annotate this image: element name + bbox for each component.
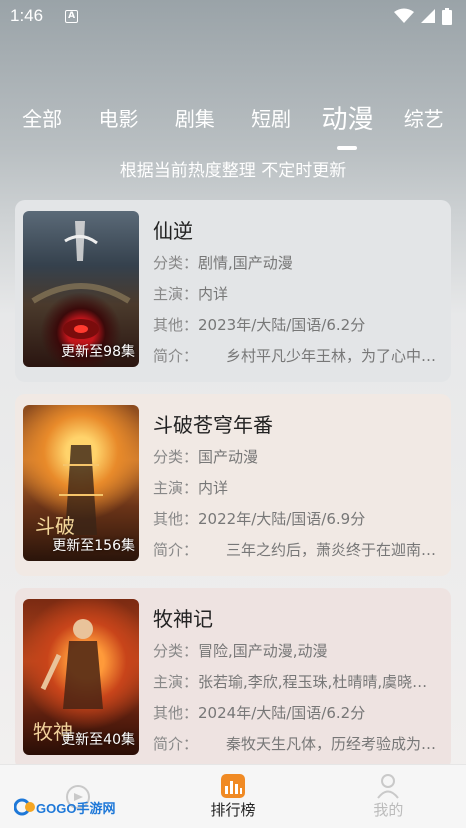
item-title: 仙逆 [153, 219, 193, 243]
item-title: 牧神记 [153, 607, 213, 631]
ranking-icon [220, 774, 245, 798]
item-intro: 简介： 三年之约后，萧炎终于在迦南… [153, 541, 437, 559]
item-info: 斗破苍穹年番 分类：国产动漫 主演：内详 其他：2022年/大陆/国语/6.9分… [153, 405, 443, 564]
status-icons [394, 7, 452, 25]
watermark-logo: GOGO手游网 [14, 796, 115, 818]
tab-short-drama[interactable]: 短剧 [236, 103, 306, 132]
poster-image: 斗破 更新至156集 [23, 405, 139, 561]
poster-image: 更新至98集 [23, 211, 139, 367]
item-cast: 主演：内详 [153, 479, 229, 497]
item-info: 牧神记 分类：冒险,国产动漫,动漫 主演：张若瑜,李欣,程玉珠,杜晴晴,虞晓… … [153, 599, 443, 758]
nav-mine[interactable]: 我的 [311, 765, 466, 828]
item-other: 其他：2024年/大陆/国语/6.2分 [153, 704, 366, 722]
item-title: 斗破苍穹年番 [153, 413, 273, 437]
item-info: 仙逆 分类：剧情,国产动漫 主演：内详 其他：2023年/大陆/国语/6.2分 … [153, 211, 443, 370]
wifi-icon [394, 8, 414, 23]
notification-a-icon: A [65, 9, 79, 23]
tab-movies[interactable]: 电影 [83, 103, 153, 132]
item-other: 其他：2023年/大陆/国语/6.2分 [153, 316, 366, 334]
episode-badge: 更新至98集 [61, 344, 135, 360]
nav-ranking-label: 排行榜 [210, 801, 256, 819]
item-category: 分类：冒险,国产动漫,动漫 [153, 642, 328, 660]
nav-mine-label: 我的 [373, 801, 404, 819]
tab-anime[interactable]: 动漫 [312, 99, 382, 136]
item-category: 分类：国产动漫 [153, 448, 259, 466]
category-tabs: 全部 电影 剧集 短剧 动漫 综艺 [0, 92, 466, 142]
episode-badge: 更新至40集 [61, 732, 135, 748]
list-item[interactable]: 斗破 更新至156集 斗破苍穹年番 分类：国产动漫 主演：内详 其他：2022年… [15, 394, 451, 576]
gogo-logo-icon [14, 798, 35, 816]
tab-variety[interactable]: 综艺 [389, 103, 459, 132]
item-cast: 主演：张若瑜,李欣,程玉珠,杜晴晴,虞晓… [153, 673, 428, 691]
status-time: 1:46 [10, 6, 44, 25]
item-intro: 简介： 乡村平凡少年王林，为了心中… [153, 347, 437, 365]
episode-badge: 更新至156集 [52, 538, 135, 554]
tab-series[interactable]: 剧集 [160, 103, 230, 132]
tab-all[interactable]: 全部 [7, 103, 77, 132]
item-intro: 简介： 秦牧天生凡体，历经考验成为… [153, 735, 437, 753]
list-item[interactable]: 牧神 更新至40集 牧神记 分类：冒险,国产动漫,动漫 主演：张若瑜,李欣,程玉… [15, 588, 451, 770]
signal-icon [421, 9, 435, 23]
ranking-subtitle: 根据当前热度整理 不定时更新 [119, 161, 347, 181]
item-category: 分类：剧情,国产动漫 [153, 254, 293, 272]
item-other: 其他：2022年/大陆/国语/6.9分 [153, 510, 366, 528]
user-icon [377, 774, 400, 799]
poster-image: 牧神 更新至40集 [23, 599, 139, 755]
status-bar: 1:46 A [0, 0, 466, 32]
nav-ranking[interactable]: 排行榜 [155, 765, 310, 828]
item-cast: 主演：内详 [153, 285, 229, 303]
battery-icon [442, 7, 452, 25]
list-item[interactable]: 更新至98集 仙逆 分类：剧情,国产动漫 主演：内详 其他：2023年/大陆/国… [15, 200, 451, 382]
